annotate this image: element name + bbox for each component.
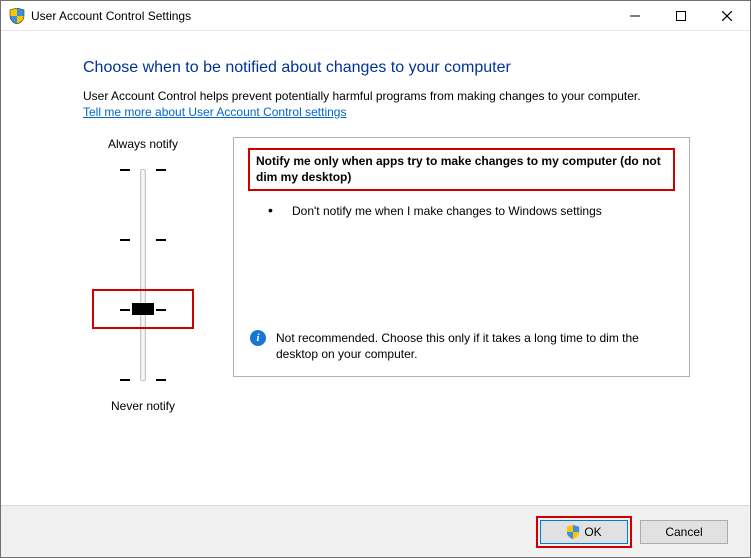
- ok-button[interactable]: OK: [540, 520, 628, 544]
- cancel-button-label: Cancel: [665, 525, 702, 539]
- description-column: Notify me only when apps try to make cha…: [233, 137, 690, 413]
- bullet-text: Don't notify me when I make changes to W…: [292, 203, 673, 219]
- highlight-box: OK: [536, 516, 632, 548]
- ok-button-label: OK: [584, 525, 601, 539]
- recommendation-text: Not recommended. Choose this only if it …: [276, 330, 673, 362]
- slider-tick: [98, 169, 188, 171]
- highlight-box: Notify me only when apps try to make cha…: [248, 148, 675, 191]
- info-icon: i: [250, 330, 266, 346]
- slider-thumb[interactable]: [132, 303, 154, 315]
- page-heading: Choose when to be notified about changes…: [83, 59, 690, 77]
- panel-heading: Notify me only when apps try to make cha…: [256, 154, 667, 185]
- content-area: Choose when to be notified about changes…: [1, 31, 750, 505]
- maximize-icon: [676, 11, 686, 21]
- shield-icon: [566, 525, 580, 539]
- slider-track: [140, 169, 146, 381]
- panel-footer: i Not recommended. Choose this only if i…: [250, 330, 673, 362]
- close-button[interactable]: [704, 1, 750, 30]
- cancel-button[interactable]: Cancel: [640, 520, 728, 544]
- uac-settings-window: User Account Control Settings Choose whe…: [0, 0, 751, 558]
- window-controls: [612, 1, 750, 30]
- slider-column: Always notify Never notify: [83, 137, 203, 413]
- bullet-icon: •: [268, 203, 292, 217]
- close-icon: [722, 11, 732, 21]
- slider-top-label: Always notify: [108, 137, 178, 151]
- window-title: User Account Control Settings: [31, 9, 191, 23]
- minimize-icon: [630, 11, 640, 21]
- shield-icon: [9, 8, 25, 24]
- help-link[interactable]: Tell me more about User Account Control …: [83, 105, 346, 119]
- main-layout: Always notify Never notify Notify me onl…: [83, 137, 690, 413]
- description-panel: Notify me only when apps try to make cha…: [233, 137, 690, 377]
- slider-tick: [98, 379, 188, 381]
- intro-text: User Account Control helps prevent poten…: [83, 89, 690, 103]
- slider-tick: [98, 239, 188, 241]
- maximize-button[interactable]: [658, 1, 704, 30]
- button-bar: OK Cancel: [1, 505, 750, 557]
- minimize-button[interactable]: [612, 1, 658, 30]
- slider-bottom-label: Never notify: [111, 399, 175, 413]
- title-bar: User Account Control Settings: [1, 1, 750, 31]
- notification-slider[interactable]: [98, 159, 188, 391]
- bullet-item: • Don't notify me when I make changes to…: [268, 203, 673, 219]
